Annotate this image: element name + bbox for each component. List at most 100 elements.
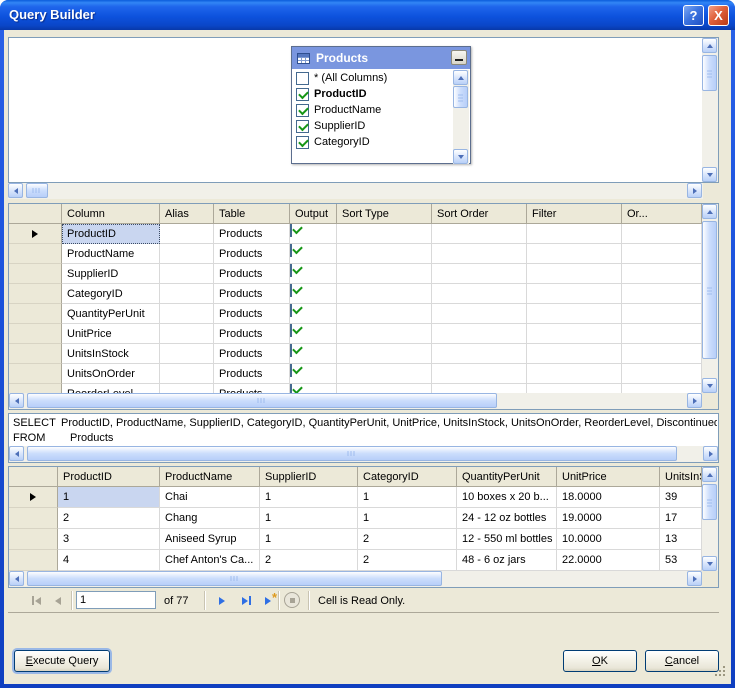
criteria-cell-sort_order[interactable] <box>432 224 527 244</box>
criteria-cell-column[interactable]: CategoryID <box>62 284 160 304</box>
results-cell[interactable]: 13 <box>660 529 702 550</box>
column-checkbox[interactable] <box>296 72 309 85</box>
criteria-cell-filter[interactable] <box>527 264 622 284</box>
output-checkbox[interactable] <box>290 304 292 317</box>
row-selector[interactable] <box>9 304 62 324</box>
output-checkbox[interactable] <box>290 264 292 277</box>
results-cell[interactable]: 1 <box>58 487 160 508</box>
criteria-column-header[interactable]: Table <box>214 204 290 224</box>
scroll-up-icon[interactable] <box>453 70 468 85</box>
criteria-column-header[interactable]: Column <box>62 204 160 224</box>
criteria-cell-alias[interactable] <box>160 304 214 324</box>
scrollbar-thumb[interactable] <box>26 183 48 198</box>
results-column-header[interactable]: UnitsInStock <box>660 467 702 487</box>
sql-pane[interactable]: SELECT ProductID, ProductName, SupplierI… <box>8 413 719 463</box>
results-cell[interactable]: 2 <box>260 550 358 571</box>
results-cell[interactable]: Chef Anton's Ca... <box>160 550 260 571</box>
row-selector[interactable] <box>9 344 62 364</box>
row-selector[interactable] <box>9 487 58 508</box>
criteria-cell-filter[interactable] <box>527 284 622 304</box>
minimize-icon[interactable] <box>451 50 467 65</box>
criteria-cell-table[interactable]: Products <box>214 244 290 264</box>
results-cell[interactable]: 39 <box>660 487 702 508</box>
results-column-header[interactable]: QuantityPerUnit <box>457 467 557 487</box>
output-checkbox[interactable] <box>290 344 292 357</box>
scrollbar-thumb[interactable] <box>702 221 717 359</box>
criteria-cell-or[interactable] <box>622 384 702 393</box>
output-checkbox[interactable] <box>290 244 292 257</box>
scroll-left-icon[interactable] <box>9 446 24 461</box>
scrollbar-thumb[interactable] <box>27 393 497 408</box>
criteria-cell-sort_order[interactable] <box>432 384 527 393</box>
criteria-cell-table[interactable]: Products <box>214 284 290 304</box>
criteria-cell-output[interactable] <box>290 344 337 364</box>
table-box-item[interactable]: SupplierID <box>293 118 452 134</box>
scroll-right-icon[interactable] <box>687 183 702 198</box>
criteria-column-header[interactable]: Or... <box>622 204 702 224</box>
criteria-cell-sort_type[interactable] <box>337 324 432 344</box>
move-first-button[interactable] <box>26 592 46 609</box>
results-cell[interactable]: Chai <box>160 487 260 508</box>
ok-button[interactable]: OK <box>563 650 637 672</box>
scroll-right-icon[interactable] <box>687 393 702 408</box>
scroll-up-icon[interactable] <box>702 467 717 482</box>
criteria-cell-or[interactable] <box>622 364 702 384</box>
results-cell[interactable]: 2 <box>58 508 160 529</box>
criteria-cell-or[interactable] <box>622 224 702 244</box>
criteria-column-header[interactable]: Sort Type <box>337 204 432 224</box>
criteria-cell-table[interactable]: Products <box>214 344 290 364</box>
criteria-cell-output[interactable] <box>290 264 337 284</box>
scroll-left-icon[interactable] <box>9 393 24 408</box>
criteria-cell-filter[interactable] <box>527 364 622 384</box>
criteria-cell-alias[interactable] <box>160 344 214 364</box>
criteria-column-header[interactable]: Sort Order <box>432 204 527 224</box>
products-table-header[interactable]: Products <box>292 47 470 69</box>
scroll-right-icon[interactable] <box>687 571 702 586</box>
criteria-cell-output[interactable] <box>290 324 337 344</box>
scroll-left-icon[interactable] <box>8 183 23 198</box>
criteria-cell-filter[interactable] <box>527 324 622 344</box>
scroll-right-icon[interactable] <box>703 446 718 461</box>
criteria-cell-sort_type[interactable] <box>337 244 432 264</box>
table-box-item[interactable]: CategoryID <box>293 134 452 150</box>
criteria-cell-output[interactable] <box>290 284 337 304</box>
criteria-cell-sort_order[interactable] <box>432 304 527 324</box>
criteria-cell-or[interactable] <box>622 284 702 304</box>
criteria-cell-column[interactable]: UnitPrice <box>62 324 160 344</box>
results-cell[interactable]: 10 boxes x 20 b... <box>457 487 557 508</box>
sql-horizontal-scrollbar[interactable] <box>9 446 718 462</box>
row-selector[interactable] <box>9 550 58 571</box>
diagram-vertical-scrollbar[interactable] <box>702 38 718 182</box>
criteria-cell-or[interactable] <box>622 344 702 364</box>
criteria-cell-output[interactable] <box>290 244 337 264</box>
column-checkbox[interactable] <box>296 120 309 133</box>
results-cell[interactable]: 24 - 12 oz bottles <box>457 508 557 529</box>
output-checkbox[interactable] <box>290 284 292 297</box>
scrollbar-thumb[interactable] <box>702 484 717 520</box>
results-vertical-scrollbar[interactable] <box>702 467 718 571</box>
row-selector[interactable] <box>9 224 62 244</box>
row-selector[interactable] <box>9 364 62 384</box>
results-cell[interactable]: Aniseed Syrup <box>160 529 260 550</box>
results-cell[interactable]: Chang <box>160 508 260 529</box>
move-previous-button[interactable] <box>50 592 66 609</box>
criteria-cell-column[interactable]: SupplierID <box>62 264 160 284</box>
criteria-cell-output[interactable] <box>290 224 337 244</box>
criteria-cell-sort_order[interactable] <box>432 244 527 264</box>
results-cell[interactable]: 1 <box>260 508 358 529</box>
table-box-item[interactable]: * (All Columns) <box>293 70 452 86</box>
results-cell[interactable]: 18.0000 <box>557 487 660 508</box>
row-selector[interactable] <box>9 244 62 264</box>
criteria-cell-sort_order[interactable] <box>432 344 527 364</box>
results-column-header[interactable]: ProductID <box>58 467 160 487</box>
output-checkbox[interactable] <box>290 224 292 237</box>
results-cell[interactable]: 17 <box>660 508 702 529</box>
criteria-cell-output[interactable] <box>290 304 337 324</box>
results-cell[interactable]: 1 <box>260 529 358 550</box>
criteria-cell-sort_order[interactable] <box>432 364 527 384</box>
scroll-down-icon[interactable] <box>702 556 717 571</box>
scrollbar-thumb[interactable] <box>702 55 717 91</box>
scrollbar-thumb[interactable] <box>453 86 468 108</box>
cancel-button[interactable]: Cancel <box>645 650 719 672</box>
criteria-cell-sort_order[interactable] <box>432 264 527 284</box>
